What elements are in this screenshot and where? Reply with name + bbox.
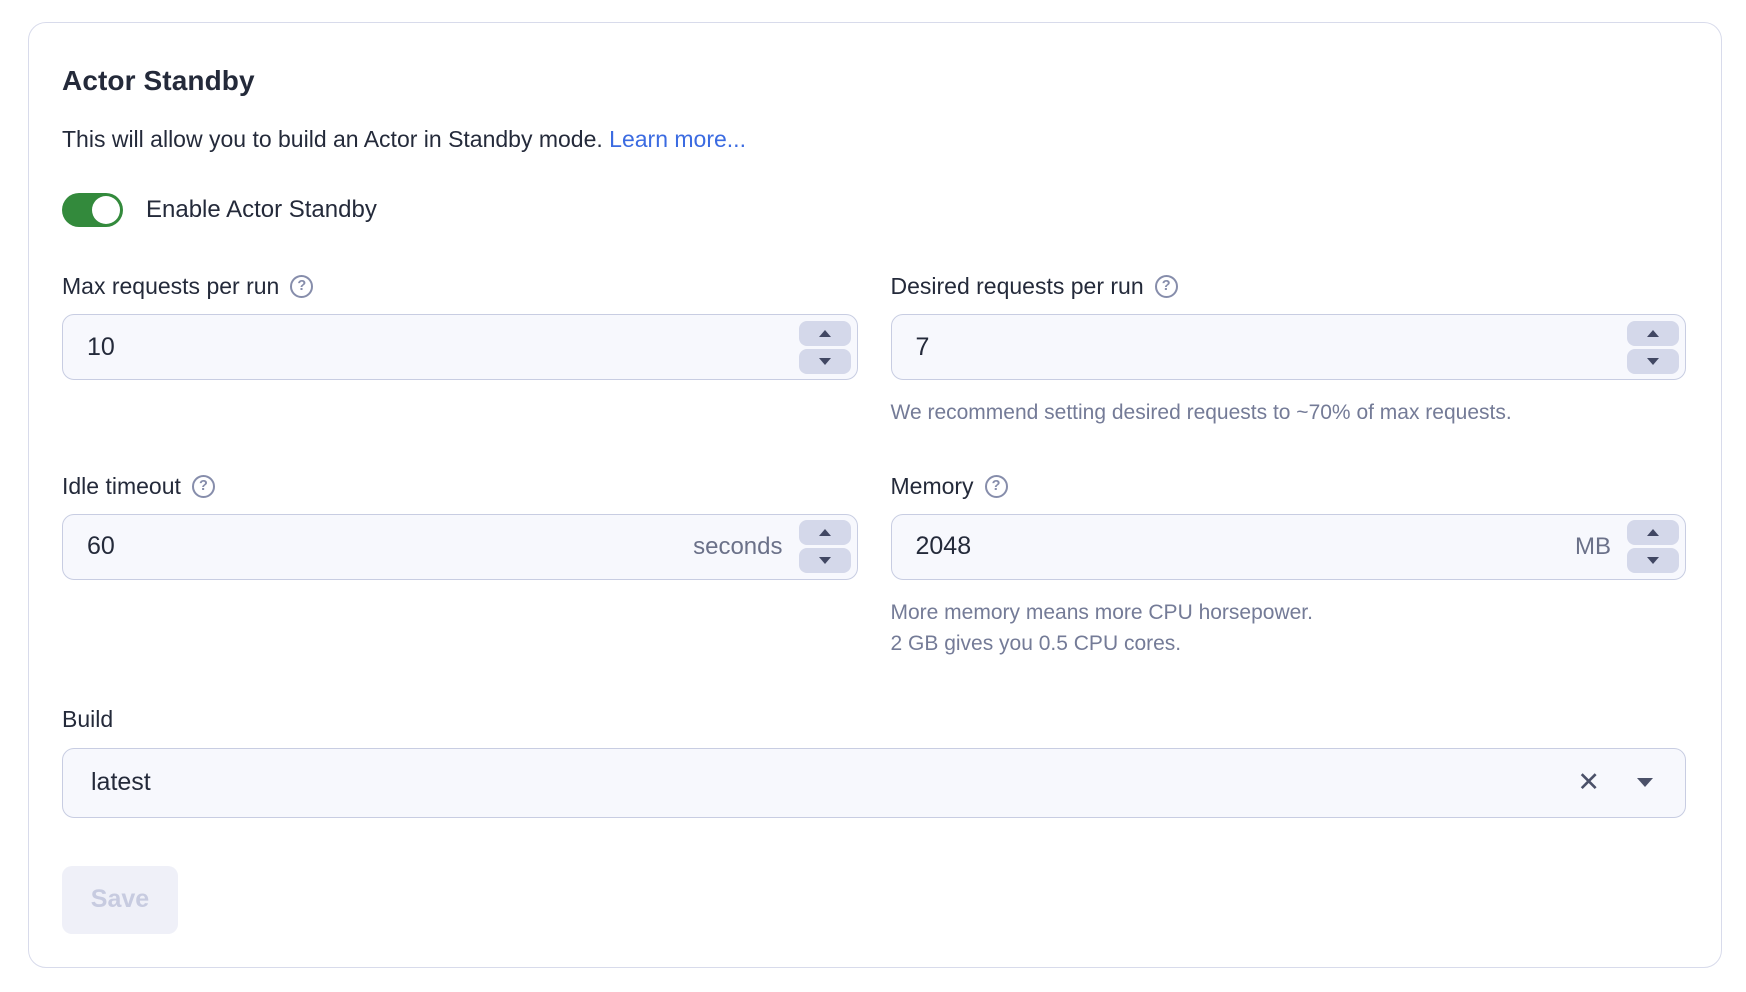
idle-timeout-label: Idle timeout — [62, 473, 181, 500]
chevron-up-icon — [1647, 330, 1659, 337]
memory-helper-line-2: 2 GB gives you 0.5 CPU cores. — [891, 628, 1687, 660]
question-mark-icon[interactable] — [192, 475, 215, 498]
description-body: This will allow you to build an Actor in… — [62, 126, 603, 152]
clear-icon[interactable]: ✕ — [1577, 769, 1600, 796]
chevron-down-icon — [1647, 358, 1659, 365]
stepper-up-button[interactable] — [1627, 321, 1679, 346]
idle-timeout-input[interactable] — [63, 515, 693, 579]
toggle-label: Enable Actor Standby — [146, 196, 377, 224]
settings-grid: Max requests per run Desired requests pe… — [62, 273, 1686, 660]
description-text: This will allow you to build an Actor in… — [62, 126, 1686, 153]
page-title: Actor Standby — [62, 65, 1686, 97]
memory-stepper — [1627, 520, 1679, 573]
stepper-down-button[interactable] — [799, 548, 851, 573]
question-mark-icon[interactable] — [290, 275, 313, 298]
toggle-knob — [92, 196, 120, 224]
desired-requests-helper: We recommend setting desired requests to… — [891, 397, 1687, 429]
max-requests-input-wrap — [62, 314, 858, 380]
max-requests-input[interactable] — [63, 315, 799, 379]
desired-requests-input[interactable] — [892, 315, 1628, 379]
chevron-down-icon — [1647, 557, 1659, 564]
max-requests-label: Max requests per run — [62, 273, 279, 300]
idle-timeout-unit: seconds — [693, 533, 782, 561]
max-requests-stepper — [799, 321, 851, 374]
memory-unit: MB — [1575, 533, 1611, 561]
stepper-down-button[interactable] — [799, 349, 851, 374]
desired-requests-label: Desired requests per run — [891, 273, 1144, 300]
desired-requests-stepper — [1627, 321, 1679, 374]
stepper-down-button[interactable] — [1627, 548, 1679, 573]
build-select-value: latest — [91, 768, 1577, 797]
stepper-up-button[interactable] — [1627, 520, 1679, 545]
memory-input[interactable] — [892, 515, 1576, 579]
memory-helper: More memory means more CPU horsepower. 2… — [891, 597, 1687, 660]
stepper-down-button[interactable] — [1627, 349, 1679, 374]
idle-timeout-input-wrap: seconds — [62, 514, 858, 580]
field-idle-timeout: Idle timeout seconds — [62, 473, 858, 660]
chevron-up-icon — [819, 529, 831, 536]
question-mark-icon[interactable] — [1155, 275, 1178, 298]
desired-requests-input-wrap — [891, 314, 1687, 380]
chevron-up-icon — [1647, 529, 1659, 536]
memory-label: Memory — [891, 473, 974, 500]
build-select[interactable]: latest ✕ — [62, 748, 1686, 818]
actor-standby-card: Actor Standby This will allow you to bui… — [28, 22, 1722, 968]
dropdown-caret-icon[interactable] — [1637, 778, 1653, 787]
enable-standby-row: Enable Actor Standby — [62, 193, 1686, 227]
learn-more-link[interactable]: Learn more... — [609, 126, 746, 152]
memory-input-wrap: MB — [891, 514, 1687, 580]
stepper-up-button[interactable] — [799, 520, 851, 545]
chevron-up-icon — [819, 330, 831, 337]
stepper-up-button[interactable] — [799, 321, 851, 346]
enable-standby-toggle[interactable] — [62, 193, 123, 227]
field-desired-requests: Desired requests per run We recommend se… — [891, 273, 1687, 429]
field-build: Build latest ✕ — [62, 706, 1686, 818]
question-mark-icon[interactable] — [985, 475, 1008, 498]
idle-timeout-stepper — [799, 520, 851, 573]
memory-helper-line-1: More memory means more CPU horsepower. — [891, 597, 1687, 629]
build-label: Build — [62, 706, 1686, 733]
field-max-requests: Max requests per run — [62, 273, 858, 429]
chevron-down-icon — [819, 358, 831, 365]
save-button[interactable]: Save — [62, 866, 178, 934]
chevron-down-icon — [819, 557, 831, 564]
field-memory: Memory MB More memory means more CPU hor… — [891, 473, 1687, 660]
